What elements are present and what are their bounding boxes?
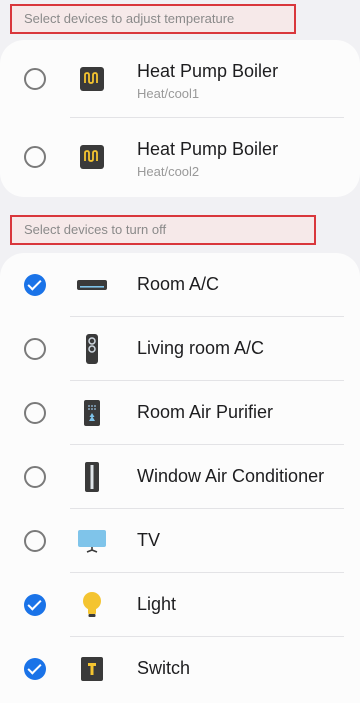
device-row[interactable]: Room Air Purifier bbox=[0, 381, 360, 445]
device-checkbox[interactable] bbox=[24, 530, 46, 552]
section-title-turn-off: Select devices to turn off bbox=[10, 215, 316, 245]
turn-off-card: Room A/C Living room A/C Room Air Purifi… bbox=[0, 253, 360, 703]
device-checkbox[interactable] bbox=[24, 146, 46, 168]
device-subtitle: Heat/cool1 bbox=[137, 86, 200, 101]
section-title-adjust-temperature: Select devices to adjust temperature bbox=[10, 4, 296, 34]
light-bulb-icon bbox=[74, 589, 110, 621]
switch-icon bbox=[74, 653, 110, 685]
device-checkbox[interactable] bbox=[24, 466, 46, 488]
device-name: Room Air Purifier bbox=[137, 402, 274, 422]
device-name: Room A/C bbox=[137, 274, 220, 294]
device-checkbox-checked[interactable] bbox=[24, 274, 46, 296]
air-purifier-icon bbox=[74, 397, 110, 429]
device-name: TV bbox=[137, 530, 161, 550]
window-ac-icon bbox=[74, 461, 110, 493]
device-checkbox-checked[interactable] bbox=[24, 658, 46, 680]
device-checkbox[interactable] bbox=[24, 338, 46, 360]
tv-icon bbox=[74, 525, 110, 557]
standing-ac-icon bbox=[74, 333, 110, 365]
boiler-icon bbox=[74, 63, 110, 95]
device-name: Living room A/C bbox=[137, 338, 265, 358]
device-row[interactable]: Living room A/C bbox=[0, 317, 360, 381]
device-name: Light bbox=[137, 594, 177, 614]
device-name: Heat Pump Boiler bbox=[137, 139, 279, 159]
device-row[interactable]: TV bbox=[0, 509, 360, 573]
device-row[interactable]: Room A/C bbox=[0, 253, 360, 317]
device-row[interactable]: Heat Pump Boiler Heat/cool2 bbox=[0, 118, 360, 196]
wall-ac-icon bbox=[74, 269, 110, 301]
device-selection-screen: Select devices to adjust temperature Hea… bbox=[0, 0, 360, 703]
adjust-temperature-card: Heat Pump Boiler Heat/cool1 Heat Pump Bo… bbox=[0, 40, 360, 197]
device-subtitle: Heat/cool2 bbox=[137, 164, 200, 179]
boiler-icon bbox=[74, 141, 110, 173]
device-row[interactable]: Heat Pump Boiler Heat/cool1 bbox=[0, 40, 360, 118]
device-name: Window Air Conditioner bbox=[137, 466, 325, 486]
device-checkbox[interactable] bbox=[24, 402, 46, 424]
device-checkbox[interactable] bbox=[24, 68, 46, 90]
device-name: Switch bbox=[137, 658, 191, 678]
device-row[interactable]: Switch bbox=[0, 637, 360, 701]
device-row[interactable]: Light bbox=[0, 573, 360, 637]
device-checkbox-checked[interactable] bbox=[24, 594, 46, 616]
device-row[interactable]: Window Air Conditioner bbox=[0, 445, 360, 509]
device-name: Heat Pump Boiler bbox=[137, 61, 279, 81]
